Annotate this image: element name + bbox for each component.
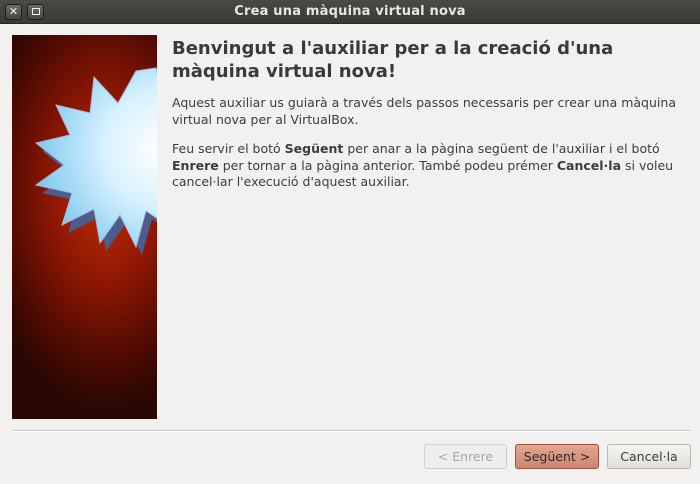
button-separator — [12, 430, 690, 432]
cancel-keyword: Cancel·la — [556, 157, 622, 173]
wizard-banner — [12, 35, 157, 419]
virtualbox-star-icon — [34, 67, 157, 255]
next-keyword: Següent — [284, 141, 344, 156]
instructions-text-1: Feu servir el botó — [172, 141, 285, 156]
instructions-text-2: per anar a la pàgina següent de l'auxili… — [343, 141, 660, 156]
cancel-button[interactable]: Cancel·la — [607, 444, 691, 469]
title-bar: ✕ Crea una màquina virtual nova — [0, 0, 700, 24]
window-title: Crea una màquina virtual nova — [234, 4, 466, 19]
page-title: Benvingut a l'auxiliar per a la creació … — [172, 38, 614, 82]
instructions-paragraph: Feu servir el botó Següent per anar a la… — [172, 141, 682, 191]
next-button[interactable]: Següent > — [515, 444, 599, 469]
back-keyword: Enrere — [172, 157, 219, 173]
back-button[interactable]: < Enrere — [424, 444, 507, 469]
instructions-text-3: per tornar a la pàgina anterior. També p… — [218, 157, 557, 173]
intro-paragraph: Aquest auxiliar us guiarà a través dels … — [172, 95, 676, 127]
